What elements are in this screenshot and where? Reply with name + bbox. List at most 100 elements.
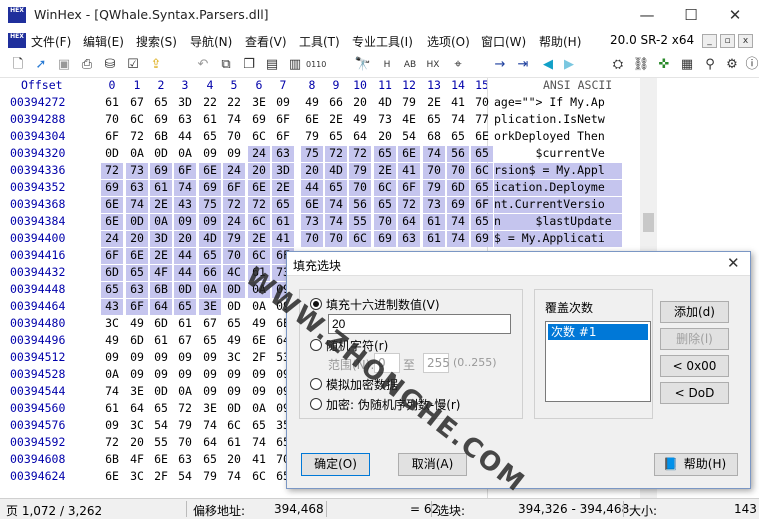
hex-byte[interactable]: 09 <box>272 95 294 111</box>
hex-byte[interactable]: 69 <box>150 163 172 179</box>
hex-byte[interactable]: 6E <box>101 197 123 213</box>
hex-byte[interactable]: 61 <box>272 214 294 230</box>
hex-byte[interactable]: 6E <box>248 180 270 196</box>
hex-byte[interactable]: 4D <box>199 231 221 247</box>
hex-byte[interactable]: 65 <box>199 333 221 349</box>
hex-byte[interactable]: 70 <box>223 248 245 264</box>
hex-byte[interactable]: 64 <box>398 214 420 230</box>
hex-byte[interactable]: 2E <box>150 197 172 213</box>
hex-byte[interactable]: 6F <box>101 129 123 145</box>
hex-byte[interactable]: 49 <box>248 316 270 332</box>
hex-byte[interactable]: 0D <box>150 146 172 162</box>
hex-byte[interactable]: 20 <box>374 129 396 145</box>
hex-byte[interactable]: 61 <box>150 333 172 349</box>
hex-byte[interactable]: 65 <box>471 214 493 230</box>
hex-byte[interactable]: 64 <box>126 401 148 417</box>
hex-byte[interactable]: 56 <box>349 197 371 213</box>
ascii-text[interactable]: rsion$ = My.Appl <box>494 163 622 179</box>
hex-byte[interactable]: 2E <box>248 231 270 247</box>
hex-byte[interactable]: 49 <box>101 333 123 349</box>
scrollbar-thumb[interactable] <box>643 213 654 232</box>
hex-byte[interactable]: 24 <box>248 146 270 162</box>
menu-specialist-tools[interactable]: 专业工具(I) <box>352 33 413 50</box>
hex-byte[interactable]: 72 <box>248 197 270 213</box>
menu-tools[interactable]: 工具(T) <box>299 33 340 50</box>
hex-byte[interactable]: 24 <box>223 214 245 230</box>
hex-row[interactable]: 00394352 69 63 61 74 69 6F 6E 2E 44 65 70 6C 6F 79 6D 65… <box>0 179 640 196</box>
hex-byte[interactable]: 09 <box>101 418 123 434</box>
hex-byte[interactable]: 73 <box>374 112 396 128</box>
hex-byte[interactable]: 20 <box>126 231 148 247</box>
hex-byte[interactable]: 41 <box>447 95 469 111</box>
save-icon[interactable]: ▣ <box>54 55 74 75</box>
hex-byte[interactable]: 74 <box>126 197 148 213</box>
hex-byte[interactable]: 72 <box>325 146 347 162</box>
close-button[interactable]: ✕ <box>713 0 757 30</box>
hex-byte[interactable]: 20 <box>349 95 371 111</box>
hex-byte[interactable]: 74 <box>447 214 469 230</box>
hex-byte[interactable]: 65 <box>199 129 221 145</box>
forward-arrow-icon[interactable]: ▶ <box>559 55 579 75</box>
hex-byte[interactable]: 77 <box>471 112 493 128</box>
hex-byte[interactable]: 65 <box>199 248 221 264</box>
hex-byte[interactable]: 09 <box>126 350 148 366</box>
hex-byte[interactable]: 6D <box>101 265 123 281</box>
mdi-restore-button[interactable]: ▫ <box>720 34 735 48</box>
hex-byte[interactable]: 0D <box>126 214 148 230</box>
ascii-text[interactable]: age=""> If My.Ap <box>494 95 622 111</box>
hex-row[interactable]: 00394272 61 67 65 3D 22 22 3E 09 49 66 20 4D 79 2E 41 70… <box>0 94 640 111</box>
hex-byte[interactable]: 69 <box>101 180 123 196</box>
hex-byte[interactable]: 0A <box>101 367 123 383</box>
menu-help[interactable]: 帮助(H) <box>539 33 581 50</box>
replace-hex-icon[interactable]: HX <box>423 55 443 75</box>
binary-icon[interactable]: 0110 <box>306 55 326 75</box>
hex-byte[interactable]: 74 <box>199 418 221 434</box>
hex-byte[interactable]: 67 <box>199 316 221 332</box>
undo-icon[interactable]: ↶ <box>193 55 213 75</box>
hex-byte[interactable]: 74 <box>325 197 347 213</box>
hex-byte[interactable]: 61 <box>150 180 172 196</box>
pass-item[interactable]: 次数 #1 <box>548 324 648 340</box>
hex-byte[interactable]: 74 <box>101 384 123 400</box>
hex-byte[interactable]: 6F <box>398 180 420 196</box>
settings-icon[interactable]: ⚙ <box>722 55 742 75</box>
hex-byte[interactable]: 73 <box>126 163 148 179</box>
dod-button[interactable]: < DoD <box>660 382 729 404</box>
hex-byte[interactable]: 72 <box>126 129 148 145</box>
replace-text-icon[interactable]: AB <box>400 55 420 75</box>
export-icon[interactable]: ⇪ <box>146 55 166 75</box>
minimize-button[interactable]: — <box>625 0 669 30</box>
hex-byte[interactable]: 3D <box>272 163 294 179</box>
disk-icon[interactable]: ⛁ <box>100 55 120 75</box>
menu-search[interactable]: 搜索(S) <box>136 33 177 50</box>
hex-byte[interactable]: 79 <box>423 180 445 196</box>
calculator-icon[interactable]: ▦ <box>677 55 697 75</box>
hex-row[interactable]: 00394336 72 73 69 6F 6E 24 20 3D 20 4D 79 2E 41 70 70 6C… <box>0 162 640 179</box>
hex-byte[interactable]: 74 <box>223 112 245 128</box>
hex-byte[interactable]: 61 <box>223 435 245 451</box>
hex-byte[interactable]: 72 <box>174 401 196 417</box>
ascii-text[interactable]: ication.Deployme <box>494 180 622 196</box>
hex-byte[interactable]: 79 <box>301 129 323 145</box>
passes-list[interactable]: 次数 #1 <box>545 321 651 402</box>
hex-byte[interactable]: 6B <box>101 452 123 468</box>
hex-byte[interactable]: 6C <box>248 129 270 145</box>
hex-byte[interactable]: 20 <box>174 231 196 247</box>
hex-byte[interactable]: 65 <box>447 129 469 145</box>
zero-fill-button[interactable]: < 0x00 <box>660 355 729 377</box>
hex-byte[interactable]: 2F <box>248 350 270 366</box>
hex-byte[interactable]: 65 <box>272 197 294 213</box>
menu-file[interactable]: 文件(F) <box>31 33 71 50</box>
hex-byte[interactable]: 6D <box>150 316 172 332</box>
hex-byte[interactable]: 56 <box>447 146 469 162</box>
ascii-text[interactable]: $currentVe <box>494 146 622 162</box>
hex-byte[interactable]: 69 <box>150 112 172 128</box>
hex-byte[interactable]: 24 <box>223 163 245 179</box>
hex-byte[interactable]: 61 <box>101 95 123 111</box>
hex-byte[interactable]: 3E <box>126 384 148 400</box>
hex-byte[interactable]: 65 <box>150 95 172 111</box>
hex-byte[interactable]: 65 <box>374 197 396 213</box>
hex-byte[interactable]: 44 <box>174 129 196 145</box>
hex-byte[interactable]: 6E <box>101 469 123 485</box>
menu-navigate[interactable]: 导航(N) <box>190 33 232 50</box>
